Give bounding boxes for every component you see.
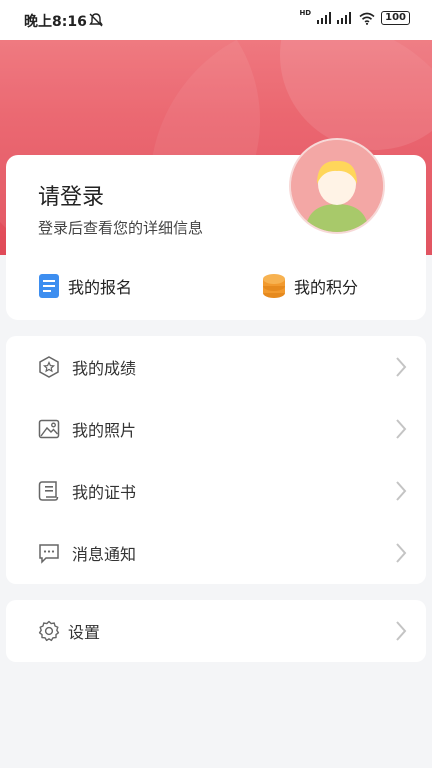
menu-item-label: 设置 [68,623,101,642]
menu-item-scores[interactable]: 我的成绩 [6,336,426,398]
image-icon [38,419,60,439]
coins-icon [263,274,285,298]
certificate-icon [38,481,59,501]
menu-item-label: 我的证书 [72,483,137,502]
wifi-icon [359,12,375,25]
hd-label: HD [299,9,312,17]
battery-indicator: 100 [381,11,410,25]
menu-item-label: 我的成绩 [72,359,137,378]
chevron-right-icon [396,543,407,563]
menu-item-label: 我的照片 [72,421,137,440]
message-icon [39,544,59,564]
chevron-right-icon [396,419,407,439]
chevron-right-icon [396,357,407,377]
dnd-bell-icon [89,13,103,27]
chevron-right-icon [396,621,407,641]
status-bar: 晚上8:16 HD 100 [0,0,432,40]
avatar[interactable] [289,138,385,234]
profile-card[interactable]: 请登录 登录后查看您的详细信息 我的报名 我的积分 [6,138,426,320]
settings-card: 设置 [6,600,426,662]
quick-link-points[interactable]: 我的积分 [262,273,358,299]
document-icon [39,274,59,298]
quick-link-registration[interactable]: 我的报名 [38,273,132,299]
status-time: 晚上8:16 [24,14,87,30]
menu-card: 我的成绩 我的照片 我的证书 消息通知 [6,336,426,584]
chevron-right-icon [396,481,407,501]
signal-icon-2 [337,12,352,24]
menu-item-photos[interactable]: 我的照片 [6,398,426,460]
login-subtitle: 登录后查看您的详细信息 [38,219,204,237]
menu-item-notifications[interactable]: 消息通知 [6,522,426,584]
quick-link-label: 我的积分 [294,278,359,297]
login-title[interactable]: 请登录 [38,179,104,211]
shield-star-icon [39,356,59,378]
status-icons: HD 100 [299,9,410,25]
menu-item-certificates[interactable]: 我的证书 [6,460,426,522]
gear-icon [38,620,60,642]
menu-item-settings[interactable]: 设置 [6,600,426,662]
menu-item-label: 消息通知 [72,545,137,564]
quick-link-label: 我的报名 [68,278,133,297]
signal-icon [317,12,332,24]
avatar-placeholder-icon [291,140,383,232]
